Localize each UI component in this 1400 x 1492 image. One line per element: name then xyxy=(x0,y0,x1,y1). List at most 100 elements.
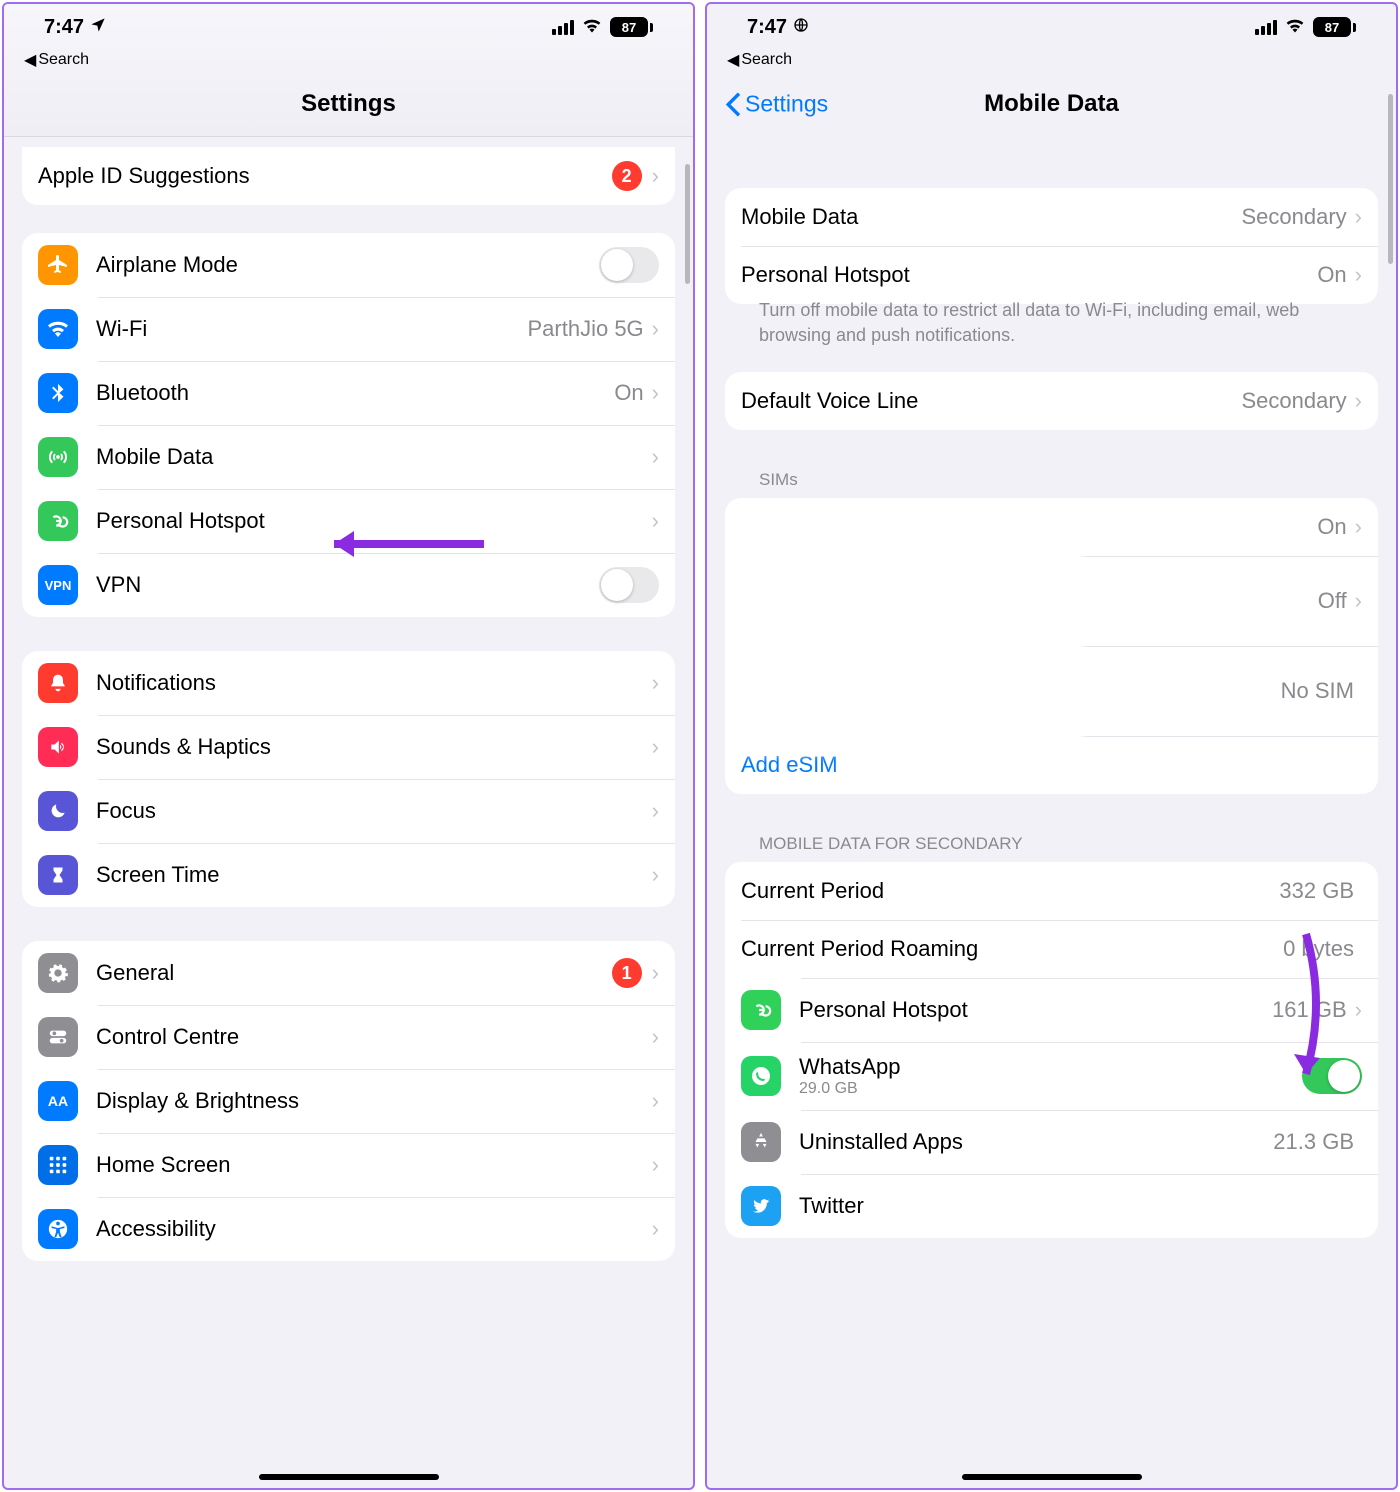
home-indicator[interactable] xyxy=(259,1474,439,1480)
nav-back-button[interactable]: Settings xyxy=(725,91,828,118)
wifi-row[interactable]: Wi-Fi ParthJio 5G › xyxy=(22,297,675,361)
apple-id-suggestions-row[interactable]: Apple ID Suggestions 2 › xyxy=(22,147,675,205)
sounds-label: Sounds & Haptics xyxy=(96,734,652,760)
whatsapp-row[interactable]: WhatsApp 29.0 GB xyxy=(725,1042,1378,1110)
mobile-data-setting-row[interactable]: Mobile Data Secondary › xyxy=(725,188,1378,246)
accessibility-label: Accessibility xyxy=(96,1216,652,1242)
location-icon xyxy=(90,16,106,39)
hourglass-icon xyxy=(38,855,78,895)
voice-line-row[interactable]: Default Voice Line Secondary › xyxy=(725,372,1378,430)
voice-value: Secondary xyxy=(1241,388,1346,414)
mobile-data-row[interactable]: Mobile Data › xyxy=(22,425,675,489)
twitter-row[interactable]: Twitter xyxy=(725,1174,1378,1238)
voice-label: Default Voice Line xyxy=(741,388,1241,414)
chevron-right-icon: › xyxy=(652,316,659,342)
home-label: Home Screen xyxy=(96,1152,652,1178)
back-to-search[interactable]: ◀ Search xyxy=(4,50,693,76)
settings-screen: 7:47 87 ◀ Search Settings xyxy=(2,2,695,1490)
chevron-right-icon: › xyxy=(652,734,659,760)
chevron-right-icon: › xyxy=(652,380,659,406)
apple-id-label: Apple ID Suggestions xyxy=(38,163,612,189)
vpn-label: VPN xyxy=(96,572,599,598)
wifi-label: Wi-Fi xyxy=(96,316,528,342)
sounds-row[interactable]: Sounds & Haptics › xyxy=(22,715,675,779)
airplane-label: Airplane Mode xyxy=(96,252,599,278)
whatsapp-sub: 29.0 GB xyxy=(799,1080,1302,1098)
antenna-icon xyxy=(38,437,78,477)
accessibility-row[interactable]: Accessibility › xyxy=(22,1197,675,1261)
bluetooth-row[interactable]: Bluetooth On › xyxy=(22,361,675,425)
chevron-right-icon: › xyxy=(1355,388,1362,414)
display-label: Display & Brightness xyxy=(96,1088,652,1114)
usage-header: MOBILE DATA FOR SECONDARY xyxy=(725,834,1378,862)
status-time: 7:47 xyxy=(44,16,84,39)
airplane-icon xyxy=(38,245,78,285)
general-label: General xyxy=(96,960,612,986)
airplane-toggle[interactable] xyxy=(599,247,659,283)
mobile-data-screen: 7:47 87 ◀ Search Settings Mobile Data xyxy=(705,2,1398,1490)
grid-icon xyxy=(38,1145,78,1185)
chevron-right-icon: › xyxy=(652,1088,659,1114)
back-triangle-icon: ◀ xyxy=(24,50,36,70)
focus-row[interactable]: Focus › xyxy=(22,779,675,843)
back-to-search[interactable]: ◀ Search xyxy=(707,50,1396,76)
text-size-icon: AA xyxy=(38,1081,78,1121)
chevron-right-icon: › xyxy=(1355,997,1362,1023)
display-row[interactable]: AA Display & Brightness › xyxy=(22,1069,675,1133)
control-centre-row[interactable]: Control Centre › xyxy=(22,1005,675,1069)
add-esim-label: Add eSIM xyxy=(741,752,838,778)
twitter-label: Twitter xyxy=(799,1193,1362,1219)
sim1-value: On xyxy=(1317,514,1346,540)
period-value: 332 GB xyxy=(1279,878,1354,904)
screentime-row[interactable]: Screen Time › xyxy=(22,843,675,907)
roaming-value: 0 bytes xyxy=(1283,936,1354,962)
sim2-value: Off xyxy=(1318,588,1347,614)
notifications-label: Notifications xyxy=(96,670,652,696)
period-label: Current Period xyxy=(741,878,1279,904)
airplane-mode-row[interactable]: Airplane Mode xyxy=(22,233,675,297)
focus-label: Focus xyxy=(96,798,652,824)
chevron-right-icon: › xyxy=(652,1216,659,1242)
signal-icon xyxy=(1255,20,1277,35)
whatsapp-label: WhatsApp xyxy=(799,1054,1302,1080)
globe-icon xyxy=(793,16,809,39)
chevron-right-icon: › xyxy=(1355,204,1362,230)
roaming-label: Current Period Roaming xyxy=(741,936,1283,962)
hotspot-label: Personal Hotspot xyxy=(96,508,652,534)
chevron-right-icon: › xyxy=(652,862,659,888)
general-row[interactable]: General 1 › xyxy=(22,941,675,1005)
chevron-right-icon: › xyxy=(652,1024,659,1050)
speaker-icon xyxy=(38,727,78,767)
whatsapp-toggle[interactable] xyxy=(1302,1058,1362,1094)
bell-icon xyxy=(38,663,78,703)
wifi-settings-icon xyxy=(38,309,78,349)
search-label: Search xyxy=(741,51,792,69)
hotspot-row[interactable]: Personal Hotspot › xyxy=(22,489,675,553)
badge: 2 xyxy=(612,161,642,191)
search-label: Search xyxy=(38,51,89,69)
chevron-right-icon: › xyxy=(652,444,659,470)
chevron-right-icon: › xyxy=(652,798,659,824)
usage-hotspot-value: 161 GB xyxy=(1272,997,1347,1023)
vpn-toggle[interactable] xyxy=(599,567,659,603)
chevron-right-icon: › xyxy=(652,960,659,986)
scrollbar[interactable] xyxy=(685,164,690,284)
mobile-data-label: Mobile Data xyxy=(96,444,652,470)
scrollbar[interactable] xyxy=(1388,94,1393,264)
chevron-right-icon: › xyxy=(652,670,659,696)
chevron-right-icon: › xyxy=(1355,262,1362,288)
usage-hotspot-row[interactable]: Personal Hotspot 161 GB › xyxy=(725,978,1378,1042)
chevron-right-icon: › xyxy=(652,163,659,189)
back-triangle-icon: ◀ xyxy=(727,50,739,70)
battery-icon: 87 xyxy=(610,17,653,37)
home-indicator[interactable] xyxy=(962,1474,1142,1480)
notifications-row[interactable]: Notifications › xyxy=(22,651,675,715)
vpn-row[interactable]: VPN VPN xyxy=(22,553,675,617)
chevron-right-icon: › xyxy=(1355,588,1362,614)
uninstalled-row[interactable]: Uninstalled Apps 21.3 GB xyxy=(725,1110,1378,1174)
roaming-row: Current Period Roaming 0 bytes xyxy=(725,920,1378,978)
hotspot-setting-row[interactable]: Personal Hotspot On › xyxy=(725,246,1378,304)
screentime-label: Screen Time xyxy=(96,862,652,888)
home-screen-row[interactable]: Home Screen › xyxy=(22,1133,675,1197)
bluetooth-icon xyxy=(38,373,78,413)
